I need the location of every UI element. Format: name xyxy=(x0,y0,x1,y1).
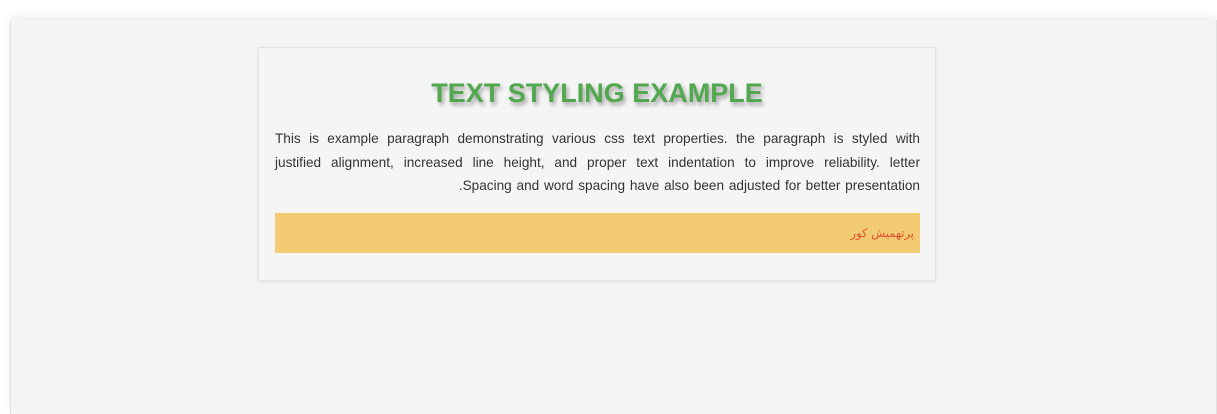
styled-paragraph: This is example paragraph demonstrating … xyxy=(275,127,920,198)
page-viewport: TEXT STYLING EXAMPLE This is example par… xyxy=(10,20,1217,414)
paragraph-line-3: Spacing and word spacing have also been … xyxy=(458,178,920,193)
paragraph-line-2: justified alignment, increased line heig… xyxy=(275,154,920,170)
highlight-box: پرتهمیش کور xyxy=(275,213,920,253)
page-heading: TEXT STYLING EXAMPLE xyxy=(431,78,763,108)
paragraph-line-1: This is example paragraph demonstrating … xyxy=(275,131,920,146)
content-card: TEXT STYLING EXAMPLE This is example par… xyxy=(258,47,936,281)
